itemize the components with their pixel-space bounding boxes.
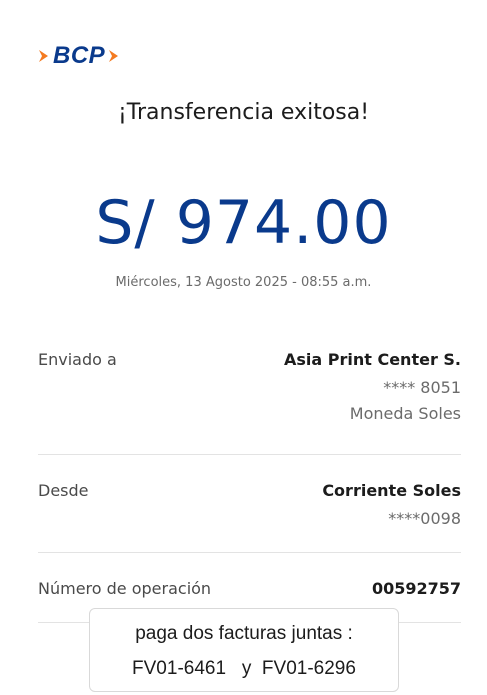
from-row: Desde Corriente Soles ****0098 xyxy=(38,481,461,541)
bcp-logo: BCP xyxy=(38,42,120,70)
sent-to-label: Enviado a xyxy=(38,350,117,369)
note-line-1: paga dos facturas juntas : xyxy=(135,623,353,644)
sent-to-values: Asia Print Center S. **** 8051 Moneda So… xyxy=(284,350,461,428)
recipient-currency: Moneda Soles xyxy=(349,404,461,423)
logo-left-chevron-icon xyxy=(39,50,48,62)
logo-right-chevron-icon xyxy=(109,50,119,62)
divider xyxy=(38,552,461,553)
recipient-name: Asia Print Center S. xyxy=(283,350,461,369)
page-title: ¡Transferencia exitosa! xyxy=(117,100,370,125)
source-account: ****0098 xyxy=(388,509,461,528)
from-values: Corriente Soles ****0098 xyxy=(322,481,461,533)
operation-row: Número de operación 00592757 xyxy=(38,579,461,609)
transfer-datetime: Miércoles, 13 Agosto 2025 - 08:55 a.m. xyxy=(115,275,372,290)
operation-number: 00592757 xyxy=(371,579,461,598)
payment-note: paga dos facturas juntas : FV01-6461 y F… xyxy=(89,608,399,692)
logo-text: BCP xyxy=(53,42,106,69)
divider xyxy=(38,454,461,455)
note-line-2: FV01-6461 y FV01-6296 xyxy=(132,658,356,679)
from-label: Desde xyxy=(38,481,89,500)
operation-values: 00592757 xyxy=(372,579,461,605)
source-account-type: Corriente Soles xyxy=(322,481,461,500)
recipient-account: **** 8051 xyxy=(383,378,461,397)
operation-label: Número de operación xyxy=(38,579,212,598)
transfer-amount: S/ 974.00 xyxy=(95,188,392,258)
sent-to-row: Enviado a Asia Print Center S. **** 8051… xyxy=(38,350,461,440)
